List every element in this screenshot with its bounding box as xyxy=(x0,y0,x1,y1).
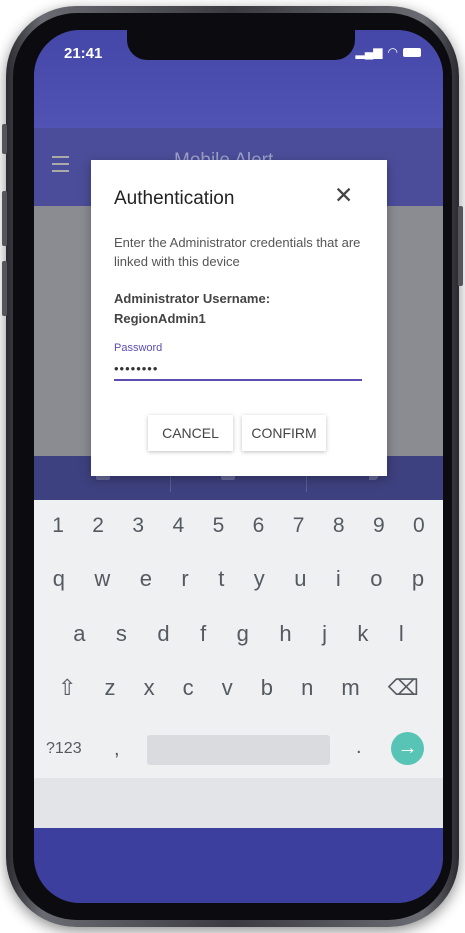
symbols-key[interactable]: ?123 xyxy=(46,740,82,758)
power-button xyxy=(458,206,463,286)
key[interactable]: k xyxy=(357,621,368,647)
key[interactable]: 6 xyxy=(253,514,265,538)
key[interactable]: d xyxy=(157,621,169,647)
key[interactable]: o xyxy=(370,566,382,592)
battery-icon xyxy=(403,47,421,57)
status-time: 21:41 xyxy=(64,45,103,62)
key[interactable]: 1 xyxy=(52,514,64,538)
close-icon[interactable]: ✕ xyxy=(334,182,353,209)
number-row: 1 2 3 4 5 6 7 8 9 0 xyxy=(34,514,443,538)
key[interactable]: v xyxy=(222,675,233,701)
key[interactable]: q xyxy=(53,566,65,592)
key[interactable]: e xyxy=(140,566,152,592)
arrow-right-icon[interactable]: → xyxy=(391,732,424,765)
key[interactable]: s xyxy=(116,621,127,647)
key[interactable]: y xyxy=(254,566,265,592)
key[interactable]: w xyxy=(94,566,110,592)
password-label: Password xyxy=(114,342,163,354)
dialog-message: Enter the Administrator credentials that… xyxy=(114,235,361,269)
key[interactable]: 4 xyxy=(172,514,184,538)
status-icons: ▂▄▆ ◠ xyxy=(356,45,421,59)
confirm-button[interactable]: CONFIRM xyxy=(242,415,326,451)
shift-icon[interactable]: ⇧ xyxy=(58,675,76,701)
key[interactable]: t xyxy=(218,566,224,592)
key[interactable]: i xyxy=(336,566,341,592)
password-field[interactable] xyxy=(114,357,362,381)
key[interactable]: 5 xyxy=(213,514,225,538)
volume-down-button xyxy=(2,261,7,316)
period-key[interactable]: . xyxy=(356,736,362,759)
space-bar[interactable] xyxy=(147,735,330,765)
backspace-icon[interactable]: ⌫ xyxy=(388,675,419,701)
keyboard-bottom-strip xyxy=(34,778,443,828)
key[interactable]: c xyxy=(183,675,194,701)
key[interactable]: p xyxy=(412,566,424,592)
authentication-dialog: Authentication ✕ Enter the Administrator… xyxy=(91,160,387,476)
key[interactable]: 8 xyxy=(333,514,345,538)
key[interactable]: 7 xyxy=(293,514,305,538)
key[interactable]: g xyxy=(237,621,249,647)
key[interactable]: 0 xyxy=(413,514,425,538)
key[interactable]: 3 xyxy=(132,514,144,538)
menu-icon[interactable] xyxy=(52,156,69,172)
dialog-title: Authentication xyxy=(114,188,235,209)
username-label: Administrator Username: xyxy=(114,291,271,306)
key[interactable]: n xyxy=(301,675,313,701)
key[interactable]: u xyxy=(294,566,306,592)
key[interactable]: x xyxy=(144,675,155,701)
key[interactable]: h xyxy=(279,621,291,647)
letter-row-3: ⇧ z x c v b n m ⌫ xyxy=(34,675,443,701)
wifi-icon: ◠ xyxy=(387,45,398,59)
notch xyxy=(127,30,355,60)
key[interactable]: f xyxy=(200,621,206,647)
mute-switch xyxy=(2,124,7,154)
key[interactable]: m xyxy=(341,675,359,701)
key[interactable]: 9 xyxy=(373,514,385,538)
soft-keyboard: 1 2 3 4 5 6 7 8 9 0 q w e r t y u i o p … xyxy=(34,500,443,778)
key[interactable]: r xyxy=(181,566,188,592)
home-area xyxy=(34,828,443,903)
username-value: RegionAdmin1 xyxy=(114,311,206,326)
volume-up-button xyxy=(2,191,7,246)
key[interactable]: j xyxy=(322,621,327,647)
letter-row-2: a s d f g h j k l xyxy=(34,621,443,647)
signal-icon: ▂▄▆ xyxy=(355,45,383,59)
comma-key[interactable]: , xyxy=(114,738,120,761)
letter-row-1: q w e r t y u i o p xyxy=(34,566,443,592)
key[interactable]: l xyxy=(399,621,404,647)
key[interactable]: b xyxy=(261,675,273,701)
cancel-button[interactable]: CANCEL xyxy=(148,415,233,451)
key[interactable]: z xyxy=(105,675,116,701)
key[interactable]: 2 xyxy=(92,514,104,538)
key[interactable]: a xyxy=(73,621,85,647)
